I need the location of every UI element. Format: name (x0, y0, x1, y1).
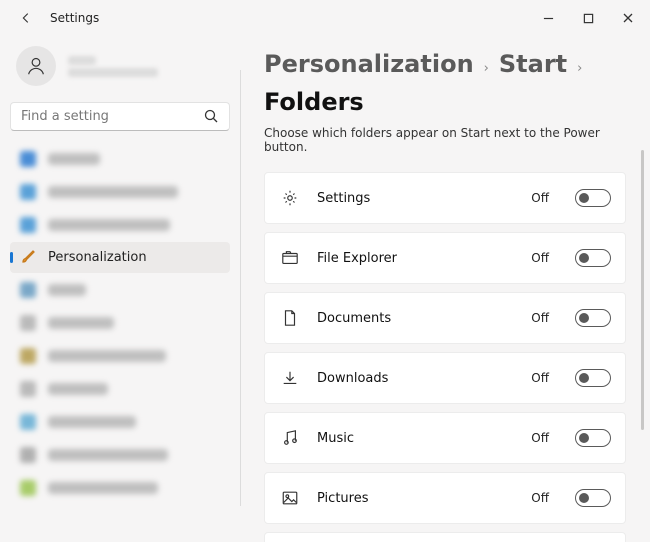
sidebar-item-blurred[interactable] (10, 406, 230, 438)
folder-list: Settings Off File Explorer Off Documents… (264, 172, 640, 542)
music-icon (281, 429, 299, 447)
search-input[interactable] (21, 109, 203, 124)
minimize-button[interactable] (528, 3, 568, 33)
toggle-file-explorer[interactable] (575, 249, 611, 267)
folder-row-settings: Settings Off (264, 172, 626, 224)
sidebar-item-blurred[interactable] (10, 340, 230, 372)
toggle-music[interactable] (575, 429, 611, 447)
file-explorer-icon (281, 249, 299, 267)
sidebar: Personalization (0, 36, 240, 514)
folder-label: Music (317, 431, 513, 446)
paintbrush-icon (20, 249, 36, 265)
sidebar-item-blurred[interactable] (10, 176, 230, 208)
scrollbar[interactable] (641, 150, 644, 430)
folder-label: Downloads (317, 371, 513, 386)
avatar (16, 46, 56, 86)
titlebar: Settings (0, 0, 650, 36)
toggle-downloads[interactable] (575, 369, 611, 387)
sidebar-item-personalization[interactable]: Personalization (10, 242, 230, 274)
folder-row-downloads: Downloads Off (264, 352, 626, 404)
main-panel: Personalization › Start › Folders Choose… (240, 36, 650, 514)
user-account-row[interactable] (10, 42, 230, 100)
sidebar-item-blurred[interactable] (10, 472, 230, 504)
toggle-state: Off (531, 371, 549, 385)
chevron-right-icon: › (577, 61, 582, 76)
breadcrumb: Personalization › Start › Folders (264, 50, 640, 116)
page-description: Choose which folders appear on Start nex… (264, 126, 640, 154)
breadcrumb-personalization[interactable]: Personalization (264, 50, 474, 78)
close-button[interactable] (608, 3, 648, 33)
folder-row-music: Music Off (264, 412, 626, 464)
document-icon (281, 309, 299, 327)
picture-icon (281, 489, 299, 507)
sidebar-item-blurred[interactable] (10, 143, 230, 175)
nav-list: Personalization (10, 143, 230, 504)
toggle-state: Off (531, 251, 549, 265)
back-button[interactable] (14, 6, 38, 30)
folder-row-documents: Documents Off (264, 292, 626, 344)
toggle-settings[interactable] (575, 189, 611, 207)
folder-row-pictures: Pictures Off (264, 472, 626, 524)
folder-label: Pictures (317, 491, 513, 506)
toggle-state: Off (531, 311, 549, 325)
toggle-state: Off (531, 491, 549, 505)
sidebar-item-label: Personalization (48, 250, 147, 265)
sidebar-item-blurred[interactable] (10, 274, 230, 306)
sidebar-item-blurred[interactable] (10, 209, 230, 241)
toggle-state: Off (531, 431, 549, 445)
toggle-state: Off (531, 191, 549, 205)
folder-row-cutoff (264, 532, 626, 542)
sidebar-item-blurred[interactable] (10, 373, 230, 405)
folder-label: File Explorer (317, 251, 513, 266)
folder-label: Settings (317, 191, 513, 206)
chevron-right-icon: › (484, 61, 489, 76)
breadcrumb-start[interactable]: Start (499, 50, 567, 78)
breadcrumb-folders: Folders (264, 88, 364, 116)
maximize-button[interactable] (568, 3, 608, 33)
gear-icon (281, 189, 299, 207)
sidebar-item-blurred[interactable] (10, 307, 230, 339)
sidebar-item-blurred[interactable] (10, 439, 230, 471)
toggle-pictures[interactable] (575, 489, 611, 507)
search-box[interactable] (10, 102, 230, 131)
window-title: Settings (50, 11, 99, 25)
folder-row-file-explorer: File Explorer Off (264, 232, 626, 284)
download-icon (281, 369, 299, 387)
toggle-documents[interactable] (575, 309, 611, 327)
folder-label: Documents (317, 311, 513, 326)
search-icon (203, 108, 219, 124)
